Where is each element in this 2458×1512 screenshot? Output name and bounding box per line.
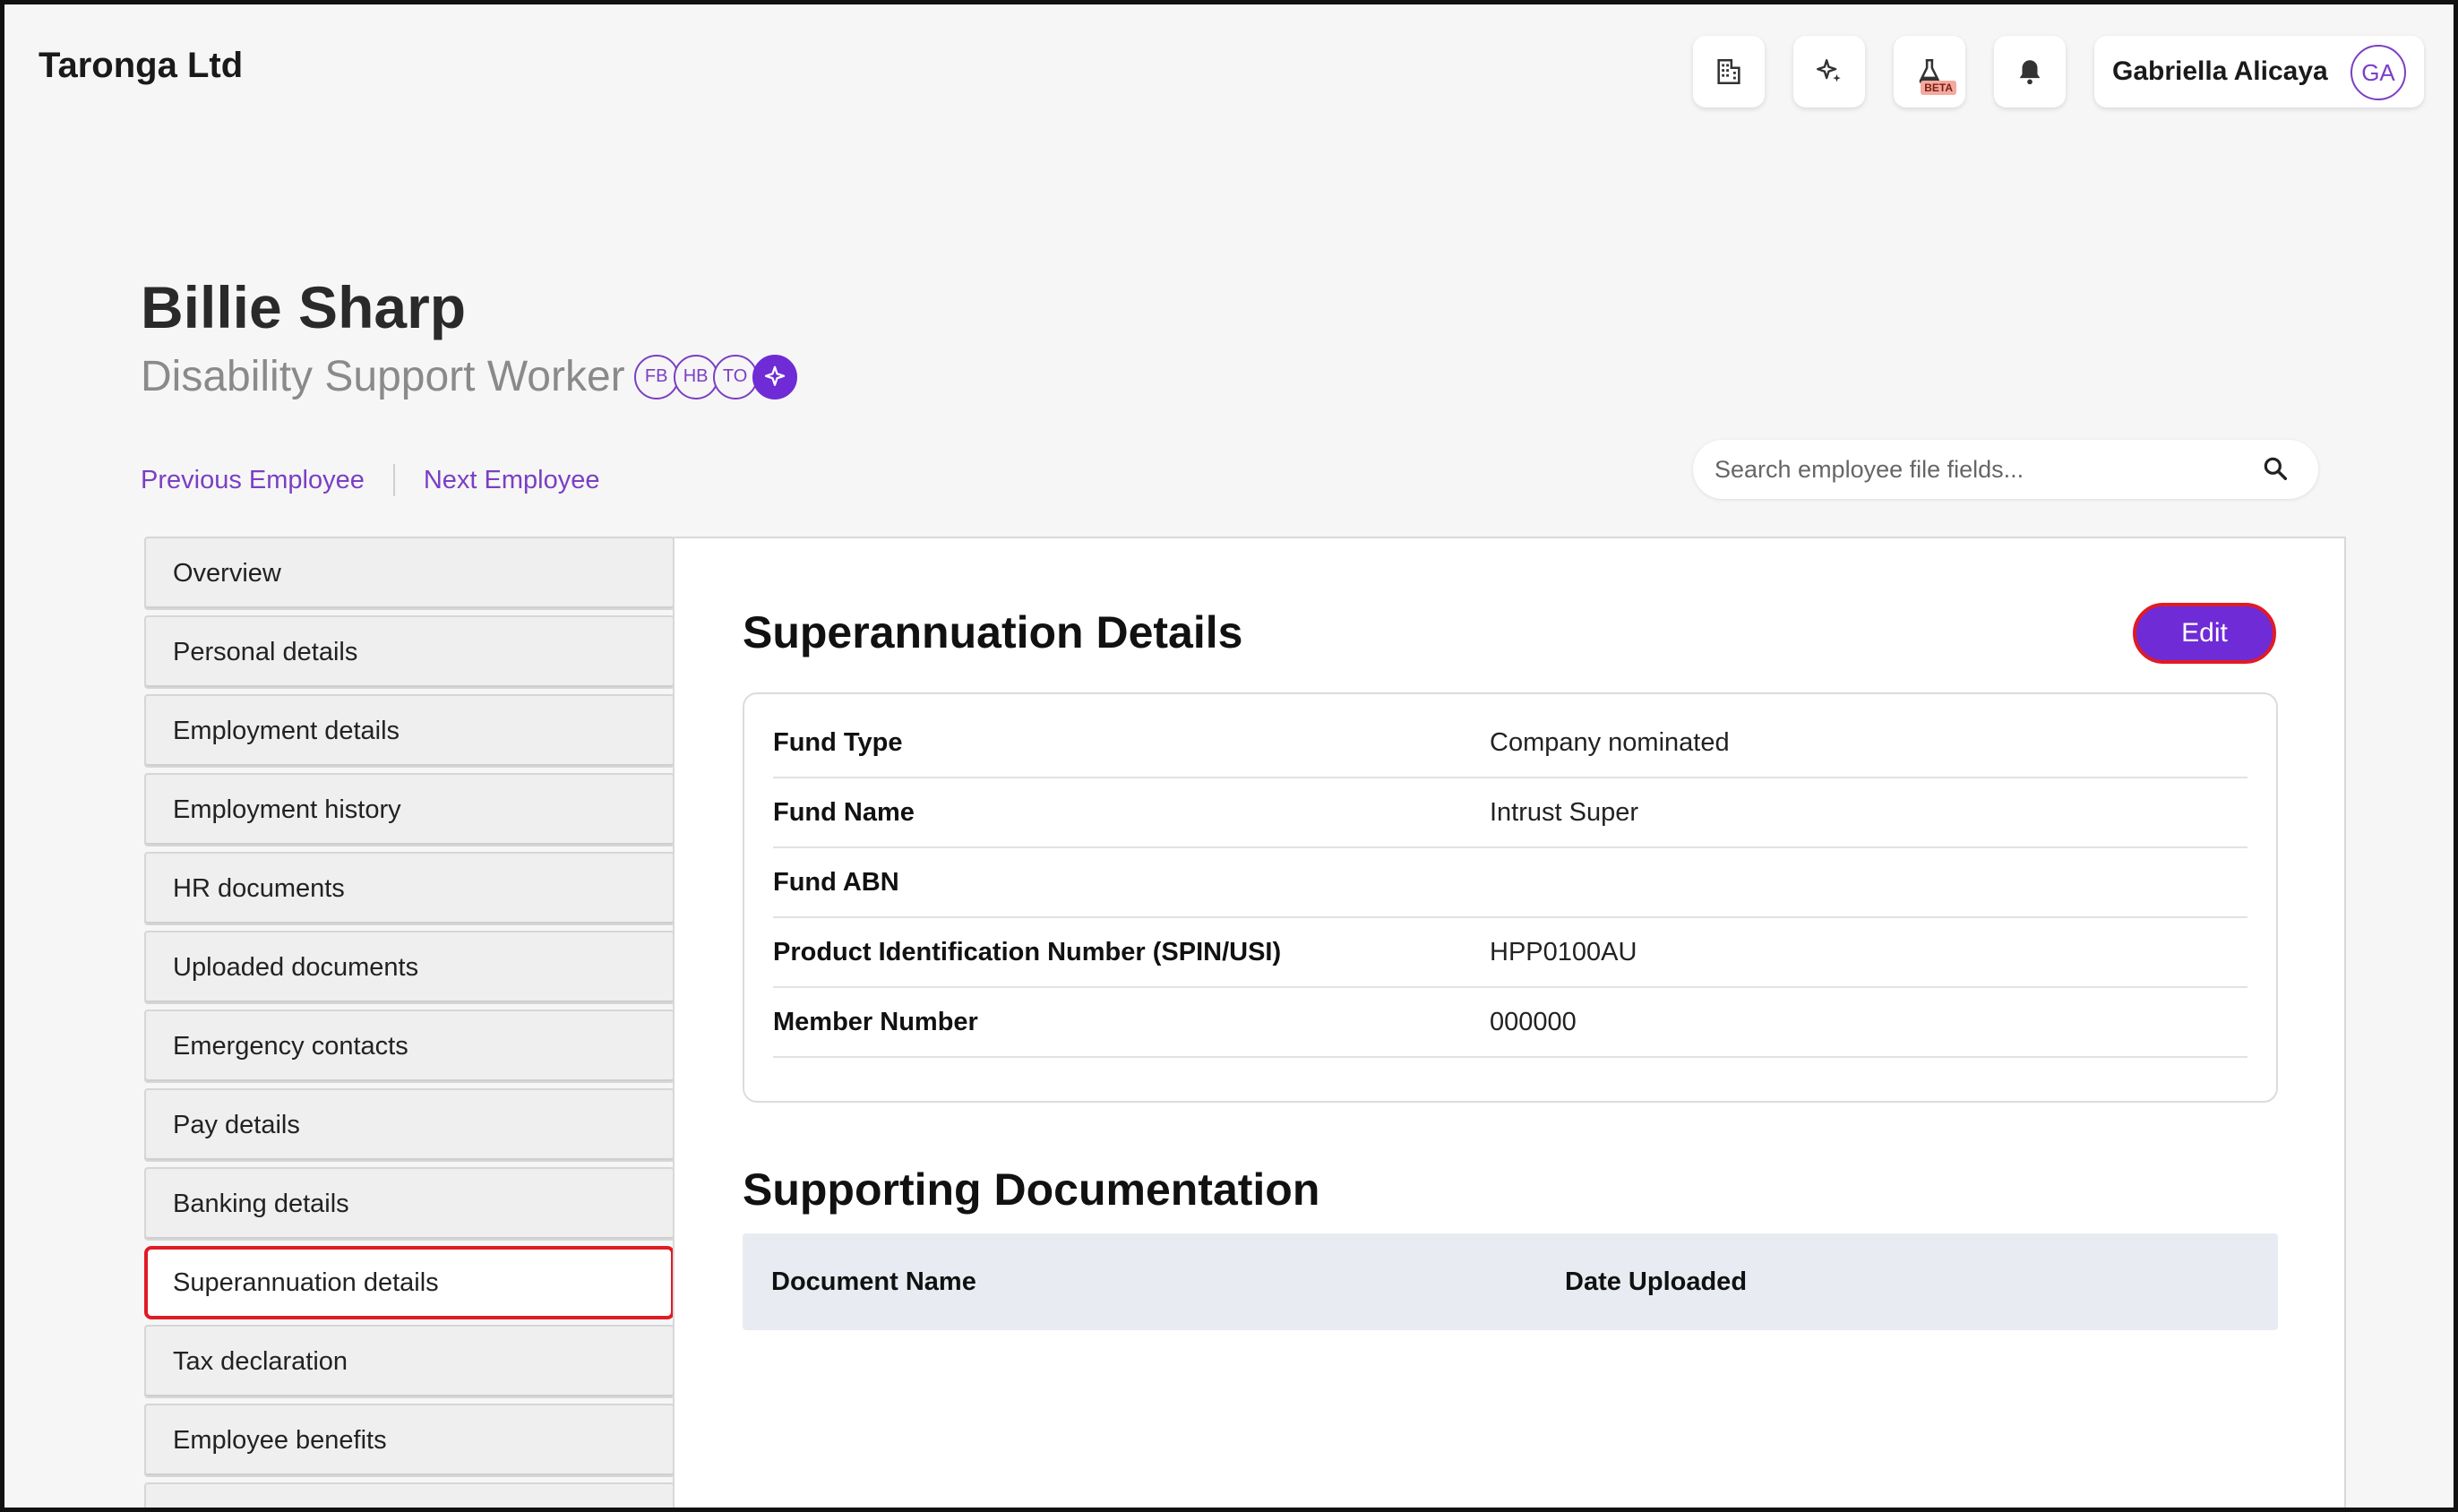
search-icon[interactable] <box>2261 454 2290 483</box>
field-value: HPP0100AU <box>1490 937 1637 966</box>
field-value: Intrust Super <box>1490 797 1639 827</box>
badge-hb[interactable]: HB <box>673 354 718 399</box>
field-label: Fund ABN <box>773 867 899 897</box>
bell-icon <box>2019 60 2041 85</box>
sidebar-item-emergency-contacts[interactable]: Emergency contacts <box>144 1009 675 1083</box>
field-value: Company nominated <box>1490 727 1730 757</box>
sidebar-item-personal-details[interactable]: Personal details <box>144 615 675 689</box>
next-employee-link[interactable]: Next Employee <box>424 466 600 495</box>
detail-row-product-id: Product Identification Number (SPIN/USI)… <box>773 918 2247 988</box>
company-name: Taronga Ltd <box>39 46 244 85</box>
sidebar-item-superannuation-details[interactable]: Superannuation details <box>144 1246 675 1319</box>
column-header-document-name[interactable]: Document Name <box>771 1267 976 1297</box>
employee-role: Disability Support Worker <box>141 353 625 400</box>
beta-badge: BETA <box>1921 81 1956 95</box>
sparkle-icon <box>1817 59 1841 82</box>
column-header-date-uploaded[interactable]: Date Uploaded <box>1565 1267 1747 1297</box>
main-panel: Superannuation Details Edit Fund Type Co… <box>673 537 2346 1508</box>
detail-row-fund-abn: Fund ABN <box>773 848 2247 918</box>
supporting-docs-title: Supporting Documentation <box>743 1164 1320 1215</box>
edit-button[interactable]: Edit <box>2133 603 2276 664</box>
ai-badge[interactable] <box>752 354 797 399</box>
search-bar <box>1693 440 2318 499</box>
detail-row-fund-name: Fund Name Intrust Super <box>773 778 2247 848</box>
sidebar-item-uploaded-documents[interactable]: Uploaded documents <box>144 931 675 1004</box>
sidebar-item-more[interactable] <box>144 1482 675 1508</box>
sidebar-item-overview[interactable]: Overview <box>144 537 675 610</box>
nav-divider <box>392 464 395 496</box>
avatar: GA <box>2351 45 2406 100</box>
detail-row-member-number: Member Number 000000 <box>773 988 2247 1058</box>
notifications-button[interactable] <box>1994 36 2066 107</box>
field-value: 000000 <box>1490 1007 1577 1036</box>
building-icon <box>1717 58 1740 85</box>
sparkle-icon <box>764 365 785 386</box>
beta-labs-button[interactable]: BETA <box>1894 36 1965 107</box>
sidebar-item-pay-details[interactable]: Pay details <box>144 1088 675 1162</box>
employee-role-row: Disability Support Worker FB HB TO <box>141 352 797 401</box>
sidebar-item-employment-details[interactable]: Employment details <box>144 694 675 768</box>
sidebar-item-hr-documents[interactable]: HR documents <box>144 852 675 925</box>
field-label: Fund Type <box>773 727 903 757</box>
badge-to[interactable]: TO <box>712 354 758 399</box>
search-input[interactable] <box>1715 455 2252 484</box>
ai-assistant-button[interactable] <box>1793 36 1865 107</box>
user-menu[interactable]: Gabriella Alicaya GA <box>2094 36 2424 107</box>
field-label: Member Number <box>773 1007 978 1036</box>
sidebar: Overview Personal details Employment det… <box>144 537 675 1508</box>
sidebar-item-banking-details[interactable]: Banking details <box>144 1167 675 1241</box>
field-label: Fund Name <box>773 797 915 827</box>
app-window: Taronga Ltd BETA Gabriella Alicaya GA Bi… <box>0 0 2458 1512</box>
sidebar-item-employment-history[interactable]: Employment history <box>144 773 675 846</box>
documents-table-header: Document Name Date Uploaded <box>743 1233 2278 1330</box>
previous-employee-link[interactable]: Previous Employee <box>141 466 365 495</box>
field-label: Product Identification Number (SPIN/USI) <box>773 937 1282 966</box>
employee-name: Billie Sharp <box>141 274 467 340</box>
badge-fb[interactable]: FB <box>633 354 679 399</box>
employee-badges: FB HB TO <box>633 354 797 399</box>
page-title: Superannuation Details <box>743 607 1243 657</box>
sidebar-item-employee-benefits[interactable]: Employee benefits <box>144 1404 675 1477</box>
detail-row-fund-type: Fund Type Company nominated <box>773 709 2247 778</box>
employee-navigation: Previous Employee Next Employee <box>141 464 600 496</box>
user-name: Gabriella Alicaya <box>2112 56 2328 86</box>
organisation-button[interactable] <box>1693 36 1765 107</box>
superannuation-details-card: Fund Type Company nominated Fund Name In… <box>743 692 2278 1103</box>
sidebar-item-tax-declaration[interactable]: Tax declaration <box>144 1325 675 1398</box>
